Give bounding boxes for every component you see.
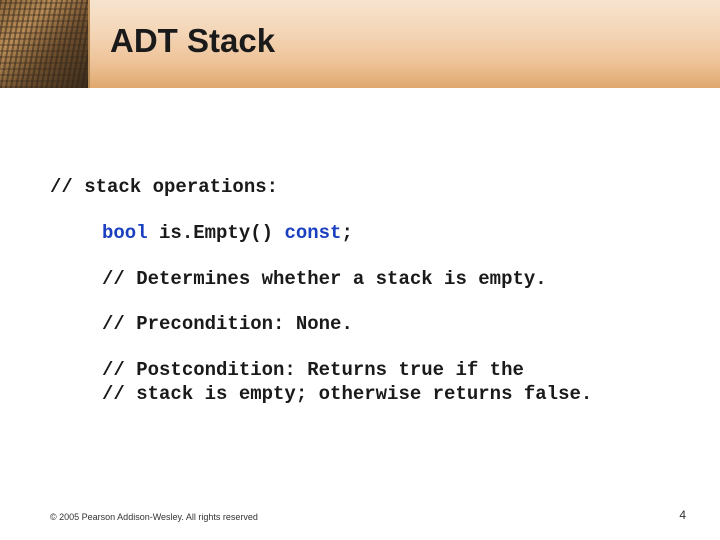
- code-line-signature: bool is.Empty() const;: [50, 222, 680, 246]
- code-line-operations: // stack operations:: [50, 176, 680, 200]
- code-line-precondition: // Precondition: None.: [50, 313, 680, 337]
- slide-body: // stack operations: bool is.Empty() con…: [50, 176, 680, 407]
- code-line-postcondition-1: // Postcondition: Returns true if the: [50, 359, 680, 383]
- signature-mid: is.Empty(): [148, 222, 285, 244]
- signature-end: ;: [341, 222, 352, 244]
- header-band: [0, 0, 720, 88]
- code-line-postcondition-2: // stack is empty; otherwise returns fal…: [50, 383, 680, 407]
- header-decorative-image: [0, 0, 90, 88]
- keyword-const: const: [284, 222, 341, 244]
- copyright-footer: © 2005 Pearson Addison-Wesley. All right…: [50, 512, 258, 522]
- page-number: 4: [679, 508, 686, 522]
- keyword-bool: bool: [102, 222, 148, 244]
- slide-title: ADT Stack: [110, 22, 275, 60]
- code-line-desc: // Determines whether a stack is empty.: [50, 268, 680, 292]
